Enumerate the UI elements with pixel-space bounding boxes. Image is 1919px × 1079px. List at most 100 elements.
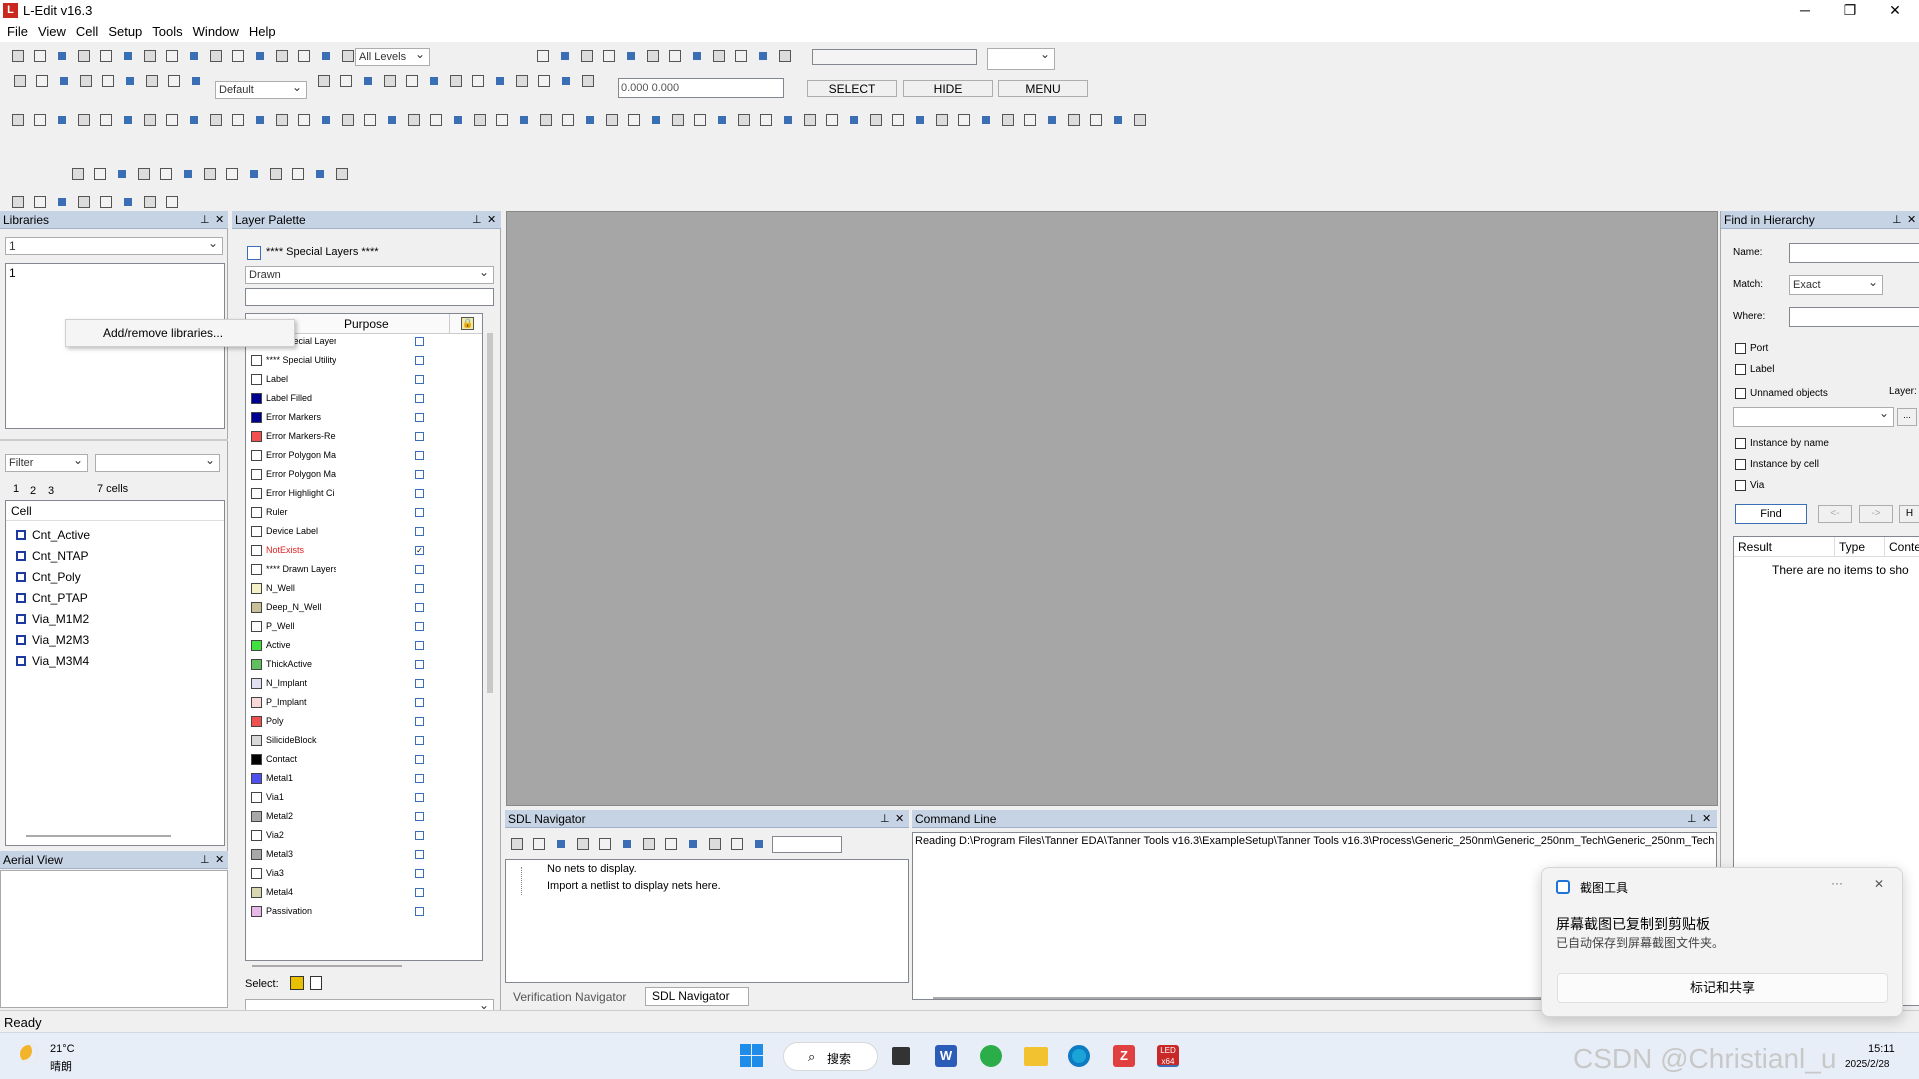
close-icon[interactable]: ✕: [487, 211, 496, 229]
layer-visibility-checkbox[interactable]: [415, 641, 424, 650]
layer-swatch[interactable]: [251, 450, 262, 461]
minimize-button[interactable]: ─: [1785, 1, 1825, 21]
toolbar-tool-icon[interactable]: [707, 836, 723, 852]
toolbar-tool-icon[interactable]: [558, 73, 574, 89]
toolbar-tool-icon[interactable]: [186, 48, 202, 64]
toolbar-tool-icon[interactable]: [158, 166, 174, 182]
toolbar-tool-icon[interactable]: [670, 112, 686, 128]
wechat-icon[interactable]: [980, 1045, 1002, 1067]
toolbar-tool-icon[interactable]: [685, 836, 701, 852]
toolbar-tool-icon[interactable]: [78, 73, 94, 89]
toolbar-tool-icon[interactable]: [230, 48, 246, 64]
clock-time[interactable]: 15:11: [1868, 1043, 1895, 1055]
toolbar-tool-icon[interactable]: [470, 73, 486, 89]
library-item[interactable]: 1: [9, 266, 16, 280]
cell-item[interactable]: Cnt_NTAP: [16, 548, 88, 564]
layer-swatch[interactable]: [251, 469, 262, 480]
toolbar-tool-icon[interactable]: [246, 166, 262, 182]
toolbar-tool-icon[interactable]: [274, 112, 290, 128]
toolbar-tool-icon[interactable]: [579, 48, 595, 64]
tab-verification-navigator[interactable]: Verification Navigator: [507, 988, 643, 1006]
toolbar-tool-icon[interactable]: [316, 73, 332, 89]
toolbar-tool-icon[interactable]: [560, 112, 576, 128]
menu-file[interactable]: File: [2, 22, 33, 42]
sdl-net-list[interactable]: No nets to display. Import a netlist to …: [505, 859, 909, 983]
layer-browse-button[interactable]: ...: [1897, 408, 1917, 426]
toast-close-icon[interactable]: ✕: [1874, 877, 1884, 891]
layer-filter-field[interactable]: [245, 288, 494, 306]
toolbar-tool-icon[interactable]: [120, 194, 136, 210]
toolbar-tool-icon[interactable]: [12, 73, 28, 89]
toolbar-tool-icon[interactable]: [384, 112, 400, 128]
layer-swatch[interactable]: [251, 621, 262, 632]
toolbar-tool-icon[interactable]: [912, 112, 928, 128]
layer-visibility-checkbox[interactable]: [415, 356, 424, 365]
toolbar-tool-icon[interactable]: [120, 112, 136, 128]
layer-row[interactable]: SilicideBlock: [249, 733, 427, 748]
word-icon[interactable]: W: [935, 1045, 957, 1067]
toolbar-tool-icon[interactable]: [404, 73, 420, 89]
toolbar-tool-icon[interactable]: [557, 48, 573, 64]
close-icon[interactable]: ✕: [215, 211, 224, 229]
layer-visibility-checkbox[interactable]: [415, 736, 424, 745]
cell-item[interactable]: Via_M2M3: [16, 632, 89, 648]
toolbar-tool-icon[interactable]: [514, 73, 530, 89]
toolbar-tool-icon[interactable]: [142, 112, 158, 128]
select-button[interactable]: SELECT: [807, 80, 897, 97]
toolbar-combo-blank[interactable]: [987, 46, 1055, 70]
toolbar-tool-icon[interactable]: [10, 112, 26, 128]
toolbar-tool-icon[interactable]: [626, 112, 642, 128]
toolbar-tool-icon[interactable]: [180, 166, 196, 182]
toolbar-tool-icon[interactable]: [692, 112, 708, 128]
file-explorer-icon[interactable]: [1024, 1047, 1048, 1066]
toolbar-tool-icon[interactable]: [164, 48, 180, 64]
toolbar-tool-icon[interactable]: [122, 73, 138, 89]
layer-row[interactable]: Label: [249, 372, 427, 387]
cell-item[interactable]: Cnt_PTAP: [16, 590, 88, 606]
toolbar-tool-icon[interactable]: [472, 112, 488, 128]
select-cell-icon[interactable]: [310, 976, 322, 990]
toolbar-tool-icon[interactable]: [758, 112, 774, 128]
layer-row[interactable]: NotExists ✓: [249, 543, 427, 558]
layer-row[interactable]: Deep_N_Well: [249, 600, 427, 615]
layer-row[interactable]: **** Special Utility: [249, 353, 427, 368]
layer-swatch[interactable]: [251, 906, 262, 917]
toolbar-tool-icon[interactable]: [1000, 112, 1016, 128]
content-column[interactable]: Conte: [1884, 537, 1919, 557]
toolbar-tool-icon[interactable]: [360, 73, 376, 89]
toolbar-tool-icon[interactable]: [824, 112, 840, 128]
default-combo[interactable]: Default: [215, 79, 307, 99]
toolbar-tool-icon[interactable]: [729, 836, 745, 852]
layer-swatch[interactable]: [251, 849, 262, 860]
via-checkbox[interactable]: [1735, 480, 1746, 491]
layer-visibility-checkbox[interactable]: [415, 622, 424, 631]
menu-window[interactable]: Window: [188, 22, 244, 42]
layer-visibility-checkbox[interactable]: [415, 337, 424, 346]
layer-swatch[interactable]: [251, 830, 262, 841]
layer-swatch[interactable]: [251, 792, 262, 803]
toolbar-tool-icon[interactable]: [208, 112, 224, 128]
toolbar-tool-icon[interactable]: [54, 194, 70, 210]
layer-visibility-checkbox[interactable]: [415, 527, 424, 536]
close-icon[interactable]: ✕: [895, 810, 904, 828]
horizontal-scrollbar[interactable]: [26, 835, 171, 837]
close-icon[interactable]: ✕: [1907, 211, 1916, 229]
toolbar-tool-icon[interactable]: [340, 48, 356, 64]
layer-visibility-checkbox[interactable]: [415, 793, 424, 802]
find-button[interactable]: Find: [1735, 504, 1807, 524]
layer-row[interactable]: Via1: [249, 790, 427, 805]
toolbar-tool-icon[interactable]: [601, 48, 617, 64]
toolbar-tool-icon[interactable]: [54, 112, 70, 128]
maximize-button[interactable]: ❐: [1830, 1, 1870, 21]
layer-swatch[interactable]: [251, 488, 262, 499]
toolbar-tool-icon[interactable]: [406, 112, 422, 128]
context-menu-add-remove-libraries[interactable]: Add/remove libraries...: [65, 319, 295, 347]
toolbar-tool-icon[interactable]: [516, 112, 532, 128]
layout-canvas[interactable]: [506, 211, 1718, 806]
toolbar-tool-icon[interactable]: [334, 166, 350, 182]
layer-swatch[interactable]: [251, 640, 262, 651]
select-layer-icon[interactable]: [290, 976, 304, 990]
pin-icon[interactable]: ⊥: [880, 810, 890, 828]
layer-swatch[interactable]: [251, 412, 262, 423]
aerial-view[interactable]: [0, 870, 228, 1008]
